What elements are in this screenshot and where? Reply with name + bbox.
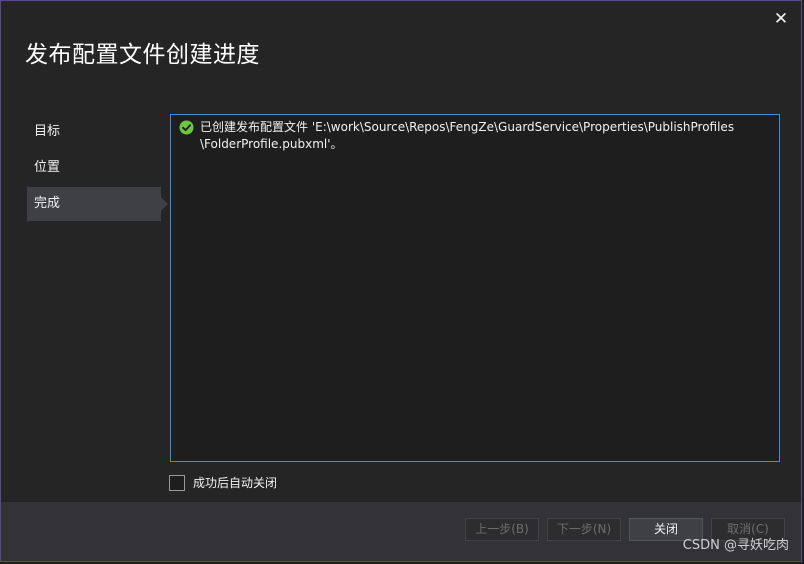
- watermark: CSDN @寻妖吃肉: [682, 538, 789, 553]
- log-entry: 已创建发布配置文件 'E:\work\Source\Repos\FengZe\G…: [179, 119, 771, 153]
- nav-step-target[interactable]: 目标: [27, 115, 161, 149]
- log-message: 已创建发布配置文件 'E:\work\Source\Repos\FengZe\G…: [200, 120, 735, 151]
- nav-step-label: 完成: [34, 196, 61, 211]
- dialog-footer: 上一步(B) 下一步(N) 关闭 取消(C) CSDN @寻妖吃肉: [1, 502, 801, 561]
- progress-log[interactable]: 已创建发布配置文件 'E:\work\Source\Repos\FengZe\G…: [170, 114, 780, 462]
- dialog-title: 发布配置文件创建进度: [25, 42, 260, 68]
- nav-step-finish[interactable]: 完成: [27, 187, 168, 221]
- publish-progress-dialog: ✕ 发布配置文件创建进度 目标 位置 完成 已创建发布配置文件 'E:\work…: [0, 0, 802, 562]
- close-icon[interactable]: ✕: [771, 9, 791, 29]
- auto-close-option[interactable]: 成功后自动关闭: [169, 474, 277, 491]
- wizard-steps-nav: 目标 位置 完成: [27, 115, 168, 223]
- next-button[interactable]: 下一步(N): [547, 518, 621, 541]
- auto-close-checkbox[interactable]: [169, 474, 185, 491]
- nav-step-location[interactable]: 位置: [27, 151, 161, 185]
- nav-step-label: 位置: [34, 160, 61, 175]
- nav-step-label: 目标: [34, 124, 61, 139]
- auto-close-label: 成功后自动关闭: [193, 476, 278, 490]
- previous-button[interactable]: 上一步(B): [465, 518, 539, 541]
- check-circle-icon: [179, 120, 194, 135]
